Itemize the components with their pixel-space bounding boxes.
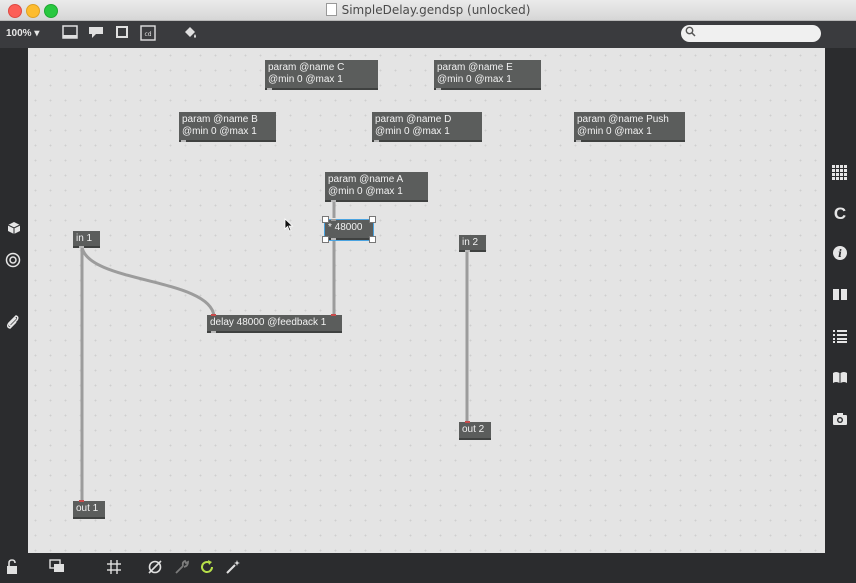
title-bar: SimpleDelay.gendsp (unlocked) [0, 0, 856, 21]
grid-icon[interactable] [829, 164, 851, 186]
bottom-toolbar [0, 553, 856, 583]
in-2-label: in 2 [462, 237, 479, 248]
inlet[interactable] [211, 314, 216, 316]
out-1-object[interactable]: out 1 [73, 500, 105, 519]
window-title-container: SimpleDelay.gendsp (unlocked) [0, 3, 856, 17]
in-2-object[interactable]: in 2 [459, 235, 486, 252]
outlet[interactable] [181, 140, 186, 142]
resize-handle-top-right[interactable] [369, 216, 376, 223]
inlet[interactable] [331, 219, 336, 221]
zoom-level: 100% [6, 28, 32, 39]
list-icon[interactable] [829, 328, 851, 350]
param-e-line1: param @name E [437, 62, 513, 73]
wrench-icon[interactable] [173, 559, 191, 577]
window-title: SimpleDelay.gendsp (unlocked) [341, 3, 531, 17]
param-a-object[interactable]: param @name A @min 0 @max 1 [325, 172, 428, 202]
param-c-line1: param @name C [268, 62, 345, 73]
fullscreen-icon[interactable] [113, 25, 131, 43]
split-view-icon[interactable] [829, 286, 851, 308]
target-icon[interactable] [2, 252, 24, 274]
param-e-line2: @min 0 @max 1 [437, 74, 512, 85]
grid-snap-icon[interactable] [105, 559, 123, 577]
search-icon [685, 26, 696, 40]
delay-object[interactable]: delay 48000 @feedback 1 [207, 314, 342, 333]
windows-icon[interactable] [48, 559, 66, 577]
patcher-toolbar: 100% ▾ cd [0, 21, 856, 48]
presentation-icon[interactable] [61, 25, 79, 43]
codebox-icon[interactable]: cd [139, 25, 157, 43]
in-1-object[interactable]: in 1 [73, 231, 100, 248]
in-1-label: in 1 [76, 233, 93, 244]
mute-icon[interactable] [146, 559, 164, 577]
param-d-line2: @min 0 @max 1 [375, 126, 450, 137]
param-d-line1: param @name D [375, 114, 452, 125]
outlet[interactable] [211, 331, 216, 333]
mouse-pointer-icon [284, 218, 294, 237]
resize-handle-top-left[interactable] [322, 216, 329, 223]
param-b-line2: @min 0 @max 1 [182, 126, 257, 137]
delay-label: delay 48000 @feedback 1 [210, 317, 327, 328]
left-sidebar [0, 48, 28, 553]
inlet[interactable] [79, 500, 84, 502]
refresh-icon[interactable] [198, 559, 216, 577]
outlet[interactable] [331, 238, 336, 240]
outlet[interactable] [465, 250, 470, 252]
multiply-label: * 48000 [328, 222, 363, 233]
document-icon [325, 3, 337, 16]
cube-icon[interactable] [3, 220, 25, 242]
outlet[interactable] [436, 88, 441, 90]
param-push-line2: @min 0 @max 1 [577, 126, 652, 137]
param-e-object[interactable]: param @name E @min 0 @max 1 [434, 60, 541, 90]
cord-in1-delay [80, 246, 216, 317]
c-icon[interactable]: C [829, 203, 851, 225]
multiply-object[interactable]: * 48000 [324, 219, 374, 241]
paint-bucket-icon[interactable] [181, 25, 199, 43]
search-input[interactable] [681, 25, 821, 42]
param-push-line1: param @name Push [577, 114, 669, 125]
comment-icon[interactable] [87, 25, 105, 43]
param-push-object[interactable]: param @name Push @min 0 @max 1 [574, 112, 685, 142]
outlet[interactable] [331, 200, 336, 202]
right-sidebar: C i [825, 48, 856, 553]
resize-handle-bottom-left[interactable] [322, 236, 329, 243]
inlet[interactable] [465, 421, 470, 423]
outlet[interactable] [79, 246, 84, 248]
camera-icon[interactable] [829, 411, 851, 433]
param-c-object[interactable]: param @name C @min 0 @max 1 [265, 60, 378, 90]
outlet[interactable] [374, 140, 379, 142]
outlet[interactable] [576, 140, 581, 142]
param-b-line1: param @name B [182, 114, 258, 125]
magic-icon[interactable] [224, 559, 242, 577]
param-a-line1: param @name A [328, 174, 404, 185]
svg-text:i: i [838, 249, 842, 260]
out-2-object[interactable]: out 2 [459, 421, 491, 440]
lock-icon[interactable] [4, 559, 22, 577]
out-2-label: out 2 [462, 424, 485, 435]
param-d-object[interactable]: param @name D @min 0 @max 1 [372, 112, 482, 142]
info-icon[interactable]: i [829, 245, 851, 267]
patcher-canvas[interactable]: param @name C @min 0 @max 1 param @name … [28, 48, 825, 553]
param-b-object[interactable]: param @name B @min 0 @max 1 [179, 112, 276, 142]
resize-handle-bottom-right[interactable] [369, 236, 376, 243]
outlet[interactable] [267, 88, 272, 90]
zoom-menu[interactable]: 100% ▾ [6, 28, 39, 39]
book-icon[interactable] [829, 369, 851, 391]
out-1-label: out 1 [76, 503, 99, 514]
chevron-down-icon: ▾ [34, 28, 40, 39]
svg-text:cd: cd [144, 31, 151, 38]
inlet[interactable] [331, 314, 336, 316]
paperclip-icon[interactable] [2, 314, 24, 336]
param-a-line2: @min 0 @max 1 [328, 186, 403, 197]
param-c-line2: @min 0 @max 1 [268, 74, 343, 85]
